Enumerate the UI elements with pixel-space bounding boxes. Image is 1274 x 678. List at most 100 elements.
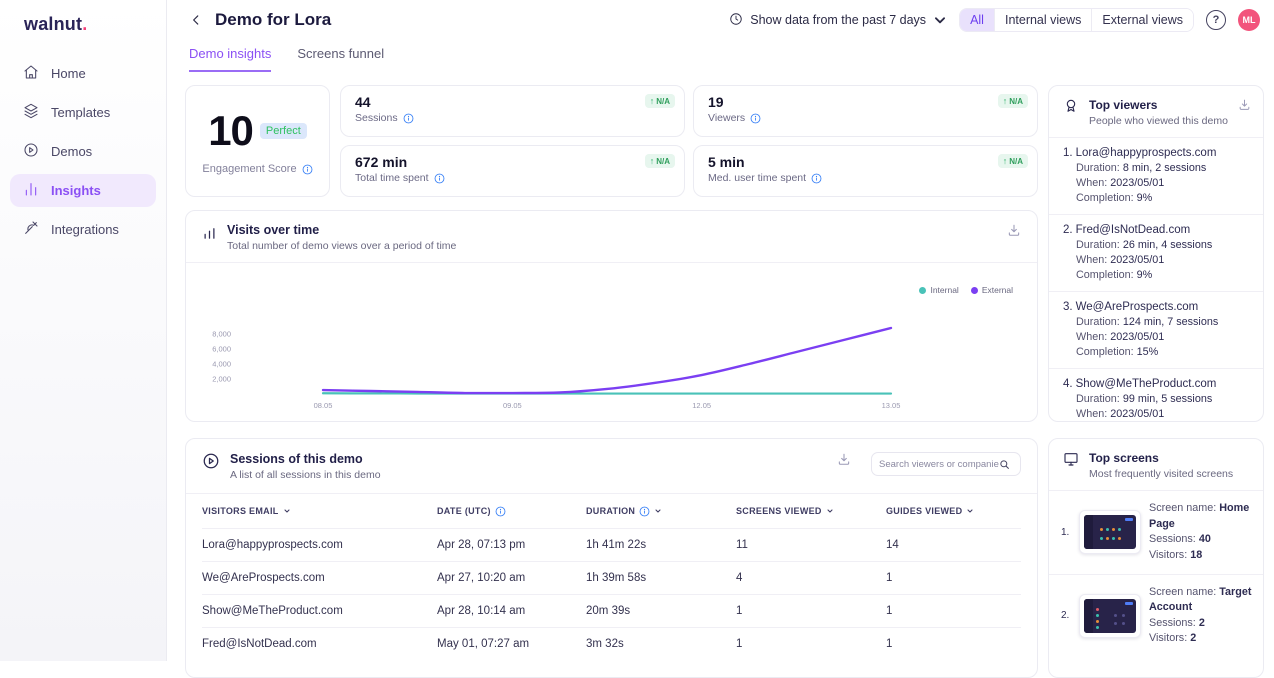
top-screens-title: Top screens [1089, 451, 1233, 465]
stat-med-user-time: 5 min Med. user time spent ↑N/A [693, 145, 1038, 197]
table-row[interactable]: We@AreProspects.comApr 27, 10:20 am1h 39… [202, 561, 1021, 594]
screen-entry[interactable]: 2. [1049, 575, 1263, 658]
sidebar-item-insights[interactable]: Insights [10, 174, 156, 207]
topbar: Demo for Lora Show data from the past 7 … [167, 0, 1274, 32]
info-icon[interactable] [434, 173, 445, 184]
segment-all[interactable]: All [960, 9, 994, 31]
table-header-row: Visitors email Date (UTC) Duration Scree… [202, 494, 1021, 528]
stat-label: Total time spent [355, 172, 429, 184]
stat-total-time: 672 min Total time spent ↑N/A [340, 145, 685, 197]
avatar[interactable]: ML [1238, 9, 1260, 31]
stat-label: Sessions [355, 112, 398, 124]
top-screens-subtitle: Most frequently visited screens [1089, 468, 1233, 480]
sidebar-item-demos[interactable]: Demos [10, 135, 156, 168]
layers-icon [23, 103, 39, 122]
table-row[interactable]: Lora@happyprospects.comApr 28, 07:13 pm1… [202, 528, 1021, 561]
info-icon[interactable] [639, 506, 650, 517]
sidebar-nav: Home Templates Demos Insights Integratio… [0, 57, 166, 246]
sidebar-item-label: Templates [51, 105, 110, 120]
date-range-label: Show data from the past 7 days [750, 13, 926, 27]
screen-entry[interactable]: 1. [1049, 491, 1263, 575]
sessions-subtitle: A list of all sessions in this demo [230, 469, 381, 481]
views-segmented-control: All Internal views External views [959, 8, 1194, 32]
segment-external-views[interactable]: External views [1091, 9, 1193, 31]
monitor-icon [1063, 451, 1079, 472]
column-header: Date (UTC) [437, 506, 491, 516]
viewer-entry[interactable]: 2.Fred@IsNotDead.com Duration: 26 min, 4… [1049, 215, 1263, 292]
bar-chart-icon [23, 181, 39, 200]
date-range-dropdown[interactable]: Show data from the past 7 days [729, 12, 947, 29]
stats-grid: 44 Sessions ↑N/A 19 Viewers ↑N/A 672 min… [340, 85, 1038, 197]
sidebar-item-integrations[interactable]: Integrations [10, 213, 156, 246]
search-icon[interactable] [999, 459, 1010, 470]
table-body: Lora@happyprospects.comApr 28, 07:13 pm1… [202, 528, 1021, 660]
chart-title: Visits over time [227, 223, 456, 237]
column-header: Guides viewed [886, 506, 962, 516]
sidebar-item-home[interactable]: Home [10, 57, 156, 90]
table-row[interactable]: Fred@IsNotDead.comMay 01, 07:27 am3m 32s… [202, 627, 1021, 660]
series-line-external [323, 328, 891, 393]
up-arrow-icon: ↑ [650, 96, 655, 106]
download-icon[interactable] [1007, 223, 1021, 237]
screen-thumbnail [1079, 510, 1141, 554]
search-input[interactable] [879, 459, 999, 470]
logo-dot: . [82, 14, 87, 34]
svg-text:08.05: 08.05 [314, 401, 333, 410]
stat-sessions: 44 Sessions ↑N/A [340, 85, 685, 137]
stat-viewers: 19 Viewers ↑N/A [693, 85, 1038, 137]
chart-subtitle: Total number of demo views over a period… [227, 240, 456, 252]
sidebar: walnut. Home Templates Demos Insights In… [0, 0, 167, 661]
delta-badge: ↑N/A [645, 154, 675, 168]
home-icon [23, 64, 39, 83]
viewer-entry[interactable]: 4.Show@MeTheProduct.com Duration: 99 min… [1049, 369, 1263, 422]
column-header: Visitors email [202, 506, 279, 516]
delta-badge: ↑N/A [998, 94, 1028, 108]
table-row[interactable]: Show@MeTheProduct.comApr 28, 10:14 am20m… [202, 594, 1021, 627]
svg-text:09.05: 09.05 [503, 401, 522, 410]
viewer-entry[interactable]: 1.Lora@happyprospects.com Duration: 8 mi… [1049, 138, 1263, 215]
tab-screens-funnel[interactable]: Screens funnel [297, 46, 384, 72]
svg-text:2,000: 2,000 [212, 375, 231, 384]
sort-icon[interactable] [283, 507, 291, 515]
sort-icon[interactable] [654, 507, 662, 515]
screen-thumbnail [1079, 594, 1141, 638]
tab-bar: Demo insights Screens funnel [189, 46, 1274, 72]
help-button[interactable]: ? [1206, 10, 1226, 30]
column-header: Duration [586, 506, 635, 516]
walnut-logo: walnut. [0, 0, 166, 35]
play-circle-icon [202, 452, 220, 470]
left-column: 10 Perfect Engagement Score 44 Sessions … [185, 85, 1038, 678]
info-icon[interactable] [403, 113, 414, 124]
viewer-entry[interactable]: 3.We@AreProspects.com Duration: 124 min,… [1049, 292, 1263, 369]
stat-value: 5 min [708, 154, 1023, 170]
info-icon[interactable] [750, 113, 761, 124]
medal-icon [1063, 98, 1079, 119]
stat-label: Viewers [708, 112, 745, 124]
viewer-email: Fred@IsNotDead.com [1076, 224, 1191, 236]
top-viewers-title: Top viewers [1089, 98, 1228, 112]
sidebar-item-label: Demos [51, 144, 92, 159]
download-icon[interactable] [837, 452, 851, 466]
engagement-score-value: 10 [208, 107, 253, 155]
segment-internal-views[interactable]: Internal views [994, 9, 1091, 31]
up-arrow-icon: ↑ [1003, 156, 1008, 166]
stat-value: 19 [708, 94, 1023, 110]
svg-text:4,000: 4,000 [212, 360, 231, 369]
info-icon[interactable] [495, 506, 506, 517]
viewer-email: Show@MeTheProduct.com [1076, 378, 1217, 390]
sort-icon[interactable] [826, 507, 834, 515]
svg-text:8,000: 8,000 [212, 330, 231, 339]
info-icon[interactable] [302, 164, 313, 175]
engagement-score-label: Engagement Score [202, 163, 296, 175]
stat-value: 44 [355, 94, 670, 110]
tab-demo-insights[interactable]: Demo insights [189, 46, 271, 72]
visits-chart: Internal External 2,0004,0006,0008,00008… [186, 263, 1037, 429]
clock-icon [729, 12, 743, 29]
info-icon[interactable] [811, 173, 822, 184]
sessions-title: Sessions of this demo [230, 452, 381, 466]
sidebar-item-templates[interactable]: Templates [10, 96, 156, 129]
stat-value: 672 min [355, 154, 670, 170]
sort-icon[interactable] [966, 507, 974, 515]
back-button[interactable] [189, 13, 203, 27]
download-icon[interactable] [1238, 98, 1251, 111]
